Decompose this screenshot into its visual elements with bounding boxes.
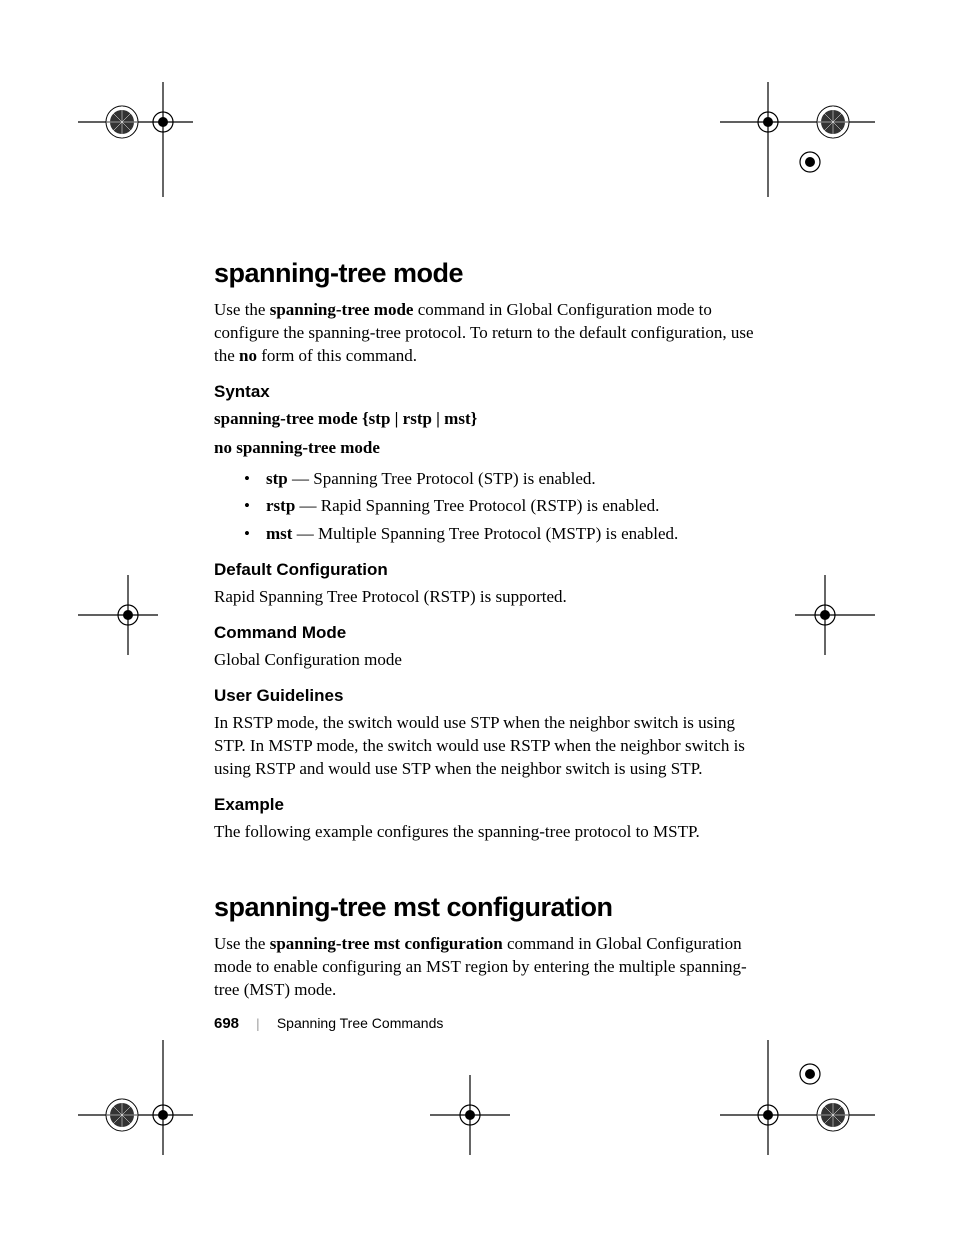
list-item: mst — Multiple Spanning Tree Protocol (M… (214, 521, 754, 547)
list-item: rstp — Rapid Spanning Tree Protocol (RST… (214, 493, 754, 519)
registration-mark-icon (720, 1040, 875, 1155)
registration-mark-icon (78, 82, 193, 197)
footer-section-name: Spanning Tree Commands (277, 1015, 444, 1031)
command-mode-text: Global Configuration mode (214, 649, 754, 672)
user-guidelines-text: In RSTP mode, the switch would use STP w… (214, 712, 754, 781)
example-text: The following example configures the spa… (214, 821, 754, 844)
syntax-heading: Syntax (214, 382, 754, 402)
intro-paragraph: Use the spanning-tree mst configuration … (214, 933, 754, 1002)
registration-mark-icon (78, 1040, 193, 1155)
syntax-options-list: stp — Spanning Tree Protocol (STP) is en… (214, 466, 754, 547)
registration-mark-icon (720, 82, 875, 197)
registration-mark-icon (78, 575, 158, 655)
page-footer: 698 | Spanning Tree Commands (214, 1015, 443, 1033)
default-config-text: Rapid Spanning Tree Protocol (RSTP) is s… (214, 586, 754, 609)
list-item: stp — Spanning Tree Protocol (STP) is en… (214, 466, 754, 492)
command-mode-heading: Command Mode (214, 623, 754, 643)
syntax-no-line: no spanning-tree mode (214, 437, 754, 460)
section-heading: spanning-tree mode (214, 258, 754, 289)
user-guidelines-heading: User Guidelines (214, 686, 754, 706)
syntax-line: spanning-tree mode {stp | rstp | mst} (214, 408, 754, 431)
default-config-heading: Default Configuration (214, 560, 754, 580)
footer-divider: | (257, 1017, 260, 1032)
registration-mark-icon (430, 1075, 510, 1155)
example-heading: Example (214, 795, 754, 815)
intro-paragraph: Use the spanning-tree mode command in Gl… (214, 299, 754, 368)
registration-mark-icon (795, 575, 875, 655)
page-number: 698 (214, 1015, 239, 1032)
section-heading: spanning-tree mst configuration (214, 892, 754, 923)
